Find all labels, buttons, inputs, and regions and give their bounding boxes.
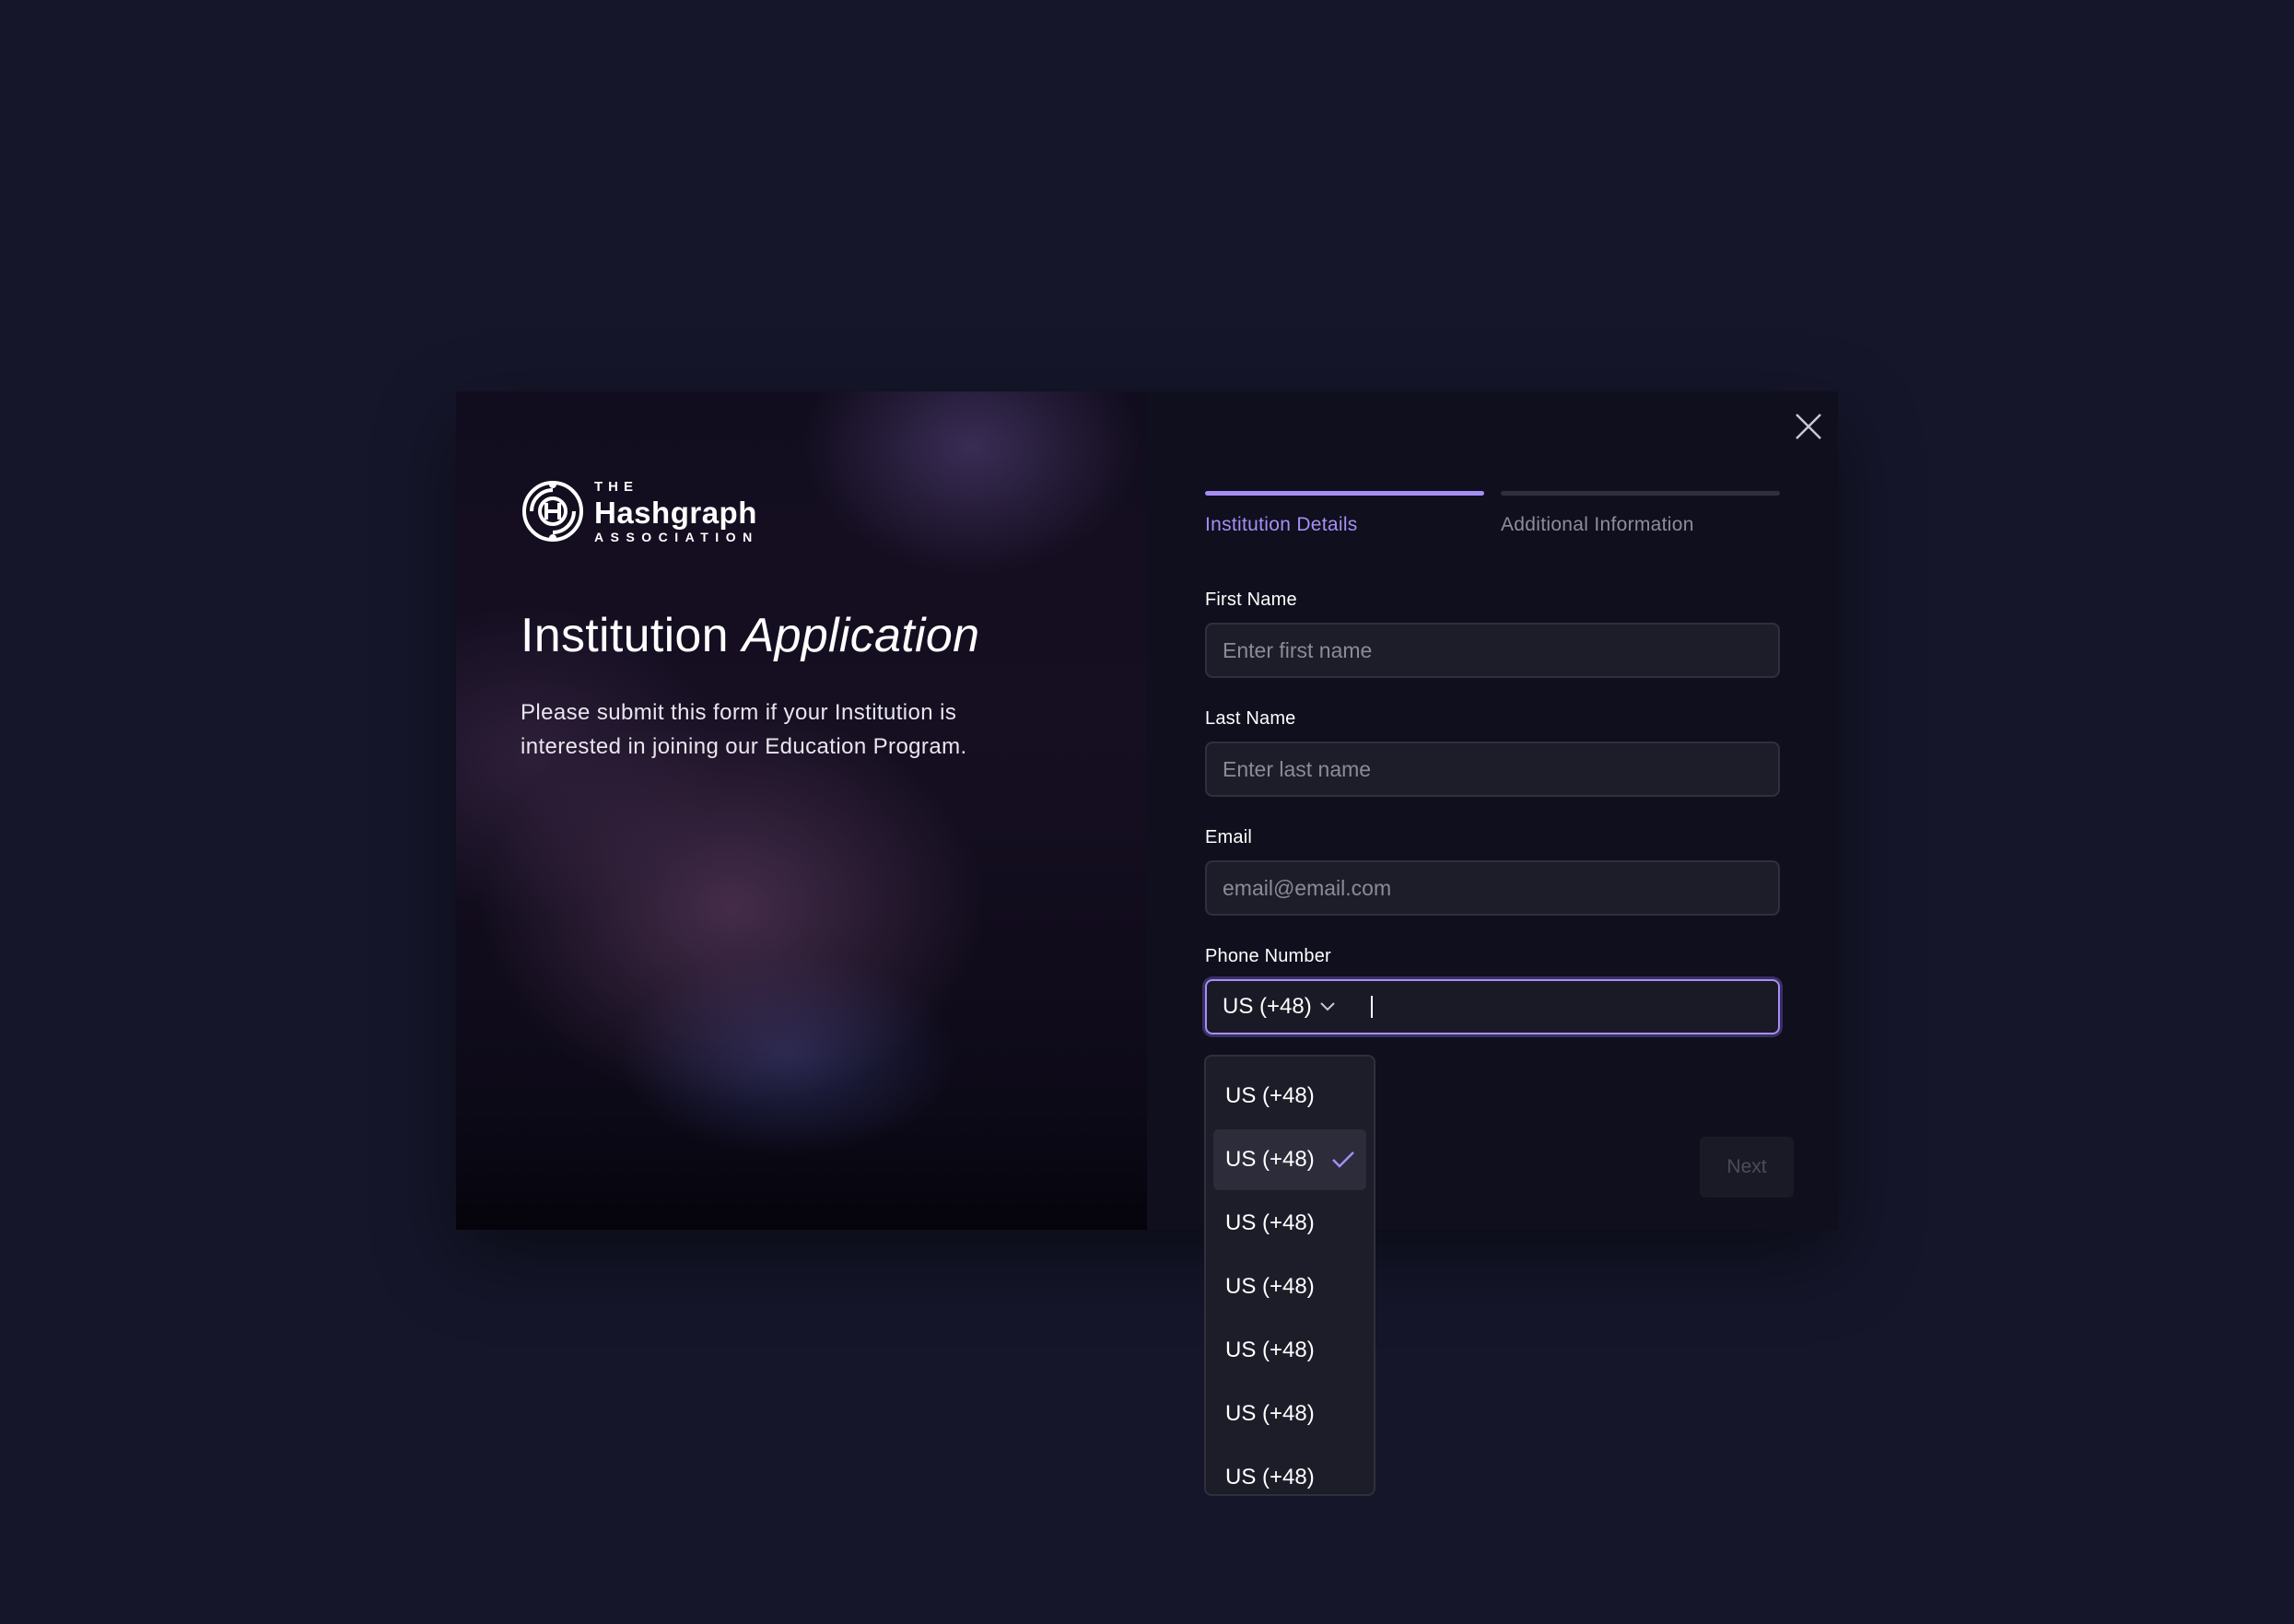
- step-progress-bar: [1501, 491, 1780, 496]
- option-label: US (+48): [1225, 1210, 1315, 1235]
- phone-number-input[interactable]: [1372, 980, 1778, 1034]
- close-button[interactable]: [1792, 410, 1825, 443]
- logo-the: THE: [594, 478, 638, 495]
- first-name-field: First Name: [1205, 590, 1780, 678]
- email-label: Email: [1205, 827, 1253, 847]
- country-option[interactable]: US (+48): [1213, 1066, 1366, 1127]
- option-label: US (+48): [1225, 1083, 1315, 1108]
- step-additional-information[interactable]: Additional Information: [1501, 491, 1780, 536]
- country-option[interactable]: US (+48): [1213, 1384, 1366, 1444]
- last-name-input[interactable]: [1205, 742, 1780, 797]
- step-progress-bar: [1205, 491, 1484, 496]
- country-option[interactable]: US (+48): [1213, 1256, 1366, 1317]
- hashgraph-logo-icon: [522, 481, 583, 542]
- first-name-label: First Name: [1205, 590, 1297, 610]
- step-label: Institution Details: [1205, 514, 1358, 535]
- last-name-label: Last Name: [1205, 708, 1296, 729]
- page-title: Institution Application: [521, 608, 979, 663]
- phone-field: Phone Number US (+48): [1205, 946, 1780, 1034]
- country-code-value: US (+48): [1223, 994, 1312, 1019]
- country-code-select[interactable]: US (+48): [1223, 994, 1336, 1020]
- intro-description: Please submit this form if your Institut…: [521, 700, 967, 759]
- option-label: US (+48): [1225, 1401, 1315, 1426]
- intro-panel: THE Hashgraph ASSOCIATION Institution Ap…: [456, 391, 1147, 1230]
- phone-label: Phone Number: [1205, 946, 1331, 966]
- close-icon: [1796, 414, 1821, 439]
- country-code-dropdown: US (+48) US (+48) US (+48) US (+48) US (…: [1204, 1055, 1375, 1496]
- hashgraph-logo: THE Hashgraph ASSOCIATION: [521, 479, 759, 543]
- country-option-selected[interactable]: US (+48): [1213, 1129, 1366, 1190]
- email-field: Email: [1205, 827, 1780, 916]
- application-modal: THE Hashgraph ASSOCIATION Institution Ap…: [456, 391, 1838, 1230]
- logo-association: ASSOCIATION: [594, 529, 759, 544]
- email-input[interactable]: [1205, 860, 1780, 916]
- logo-name: Hashgraph: [594, 495, 757, 530]
- next-button[interactable]: Next: [1700, 1137, 1794, 1198]
- step-institution-details[interactable]: Institution Details: [1205, 491, 1484, 536]
- country-option[interactable]: US (+48): [1213, 1193, 1366, 1254]
- progress-steps: Institution Details Additional Informati…: [1205, 491, 1780, 536]
- option-label: US (+48): [1225, 1274, 1315, 1299]
- title-italic: Application: [742, 609, 980, 662]
- title-plain: Institution: [521, 609, 729, 662]
- last-name-field: Last Name: [1205, 708, 1780, 797]
- step-label: Additional Information: [1501, 514, 1694, 535]
- option-label: US (+48): [1225, 1465, 1315, 1490]
- phone-input-group: US (+48): [1205, 979, 1780, 1034]
- country-option[interactable]: US (+48): [1213, 1447, 1366, 1508]
- logo-wordmark: THE Hashgraph ASSOCIATION: [594, 480, 759, 543]
- first-name-input[interactable]: [1205, 623, 1780, 678]
- option-label: US (+48): [1225, 1147, 1315, 1172]
- country-option[interactable]: US (+48): [1213, 1320, 1366, 1381]
- check-icon: [1331, 1151, 1354, 1168]
- chevron-down-icon: [1319, 1002, 1335, 1011]
- option-label: US (+48): [1225, 1338, 1315, 1362]
